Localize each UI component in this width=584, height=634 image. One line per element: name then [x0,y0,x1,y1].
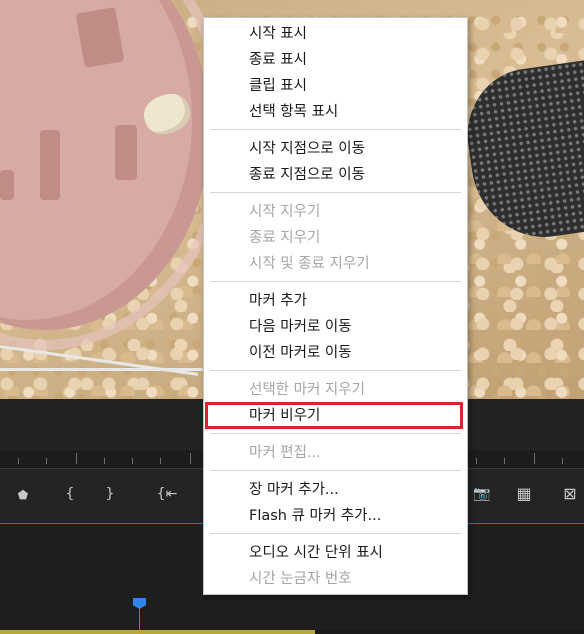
menu-item-go-to-out[interactable]: 종료 지점으로 이동 [249,162,365,188]
menu-separator [210,192,461,193]
menu-item-add-marker[interactable]: 마커 추가 [249,288,307,314]
menu-item-previous-marker[interactable]: 이전 마커로 이동 [249,340,352,366]
menu-separator [210,470,461,471]
menu-item-add-chapter-marker[interactable]: 장 마커 추가... [249,477,339,503]
menu-item-next-marker[interactable]: 다음 마커로 이동 [249,314,352,340]
menu-separator [210,533,461,534]
ruler-tick [104,458,105,464]
insert-icon[interactable]: ▦ [513,485,535,503]
menu-item-show-audio-time-units[interactable]: 오디오 시간 단위 표시 [249,540,383,566]
menu-item-clear-in-out: 시작 및 종료 지우기 [249,256,370,272]
ruler-tick [46,458,47,464]
menu-item-mark-in[interactable]: 시작 표시 [249,21,307,47]
ruler-tick [190,453,191,464]
menu-item-mark-out[interactable]: 종료 표시 [249,47,307,73]
menu-item-add-flash-cue-marker[interactable]: Flash 큐 마커 추가... [249,503,381,529]
add-marker-icon[interactable]: ⬟ [12,486,34,504]
menu-item-clear-selected-marker: 선택한 마커 지우기 [249,382,365,398]
menu-separator [210,281,461,282]
wheel-slot [0,170,14,200]
menu-item-go-to-in[interactable]: 시작 지점으로 이동 [249,136,365,162]
context-menu: 시작 표시 종료 표시 클립 표시 선택 항목 표시 시작 지점으로 이동 종료… [203,17,468,595]
ruler-tick [18,458,19,464]
menu-item-time-ruler-numbers: 시간 눈금자 번호 [249,571,352,587]
compare-view-icon[interactable]: ⊠ [559,485,581,503]
ruler-tick [562,458,563,464]
menu-item-mark-clip[interactable]: 클립 표시 [249,73,307,99]
wheel-slot [40,130,60,200]
menu-item-edit-marker: 마커 편집... [249,445,321,461]
mark-in-icon[interactable]: { [59,485,81,503]
menu-separator [210,129,461,130]
ruler-tick [534,453,535,464]
menu-item-mark-selection[interactable]: 선택 항목 표시 [249,99,338,125]
menu-item-clear-out: 종료 지우기 [249,230,321,246]
ruler-tick [160,458,161,464]
mark-out-icon[interactable]: } [99,485,121,503]
wheel-slot [115,125,137,180]
menu-separator [210,433,461,434]
menu-item-clear-markers[interactable]: 마커 비우기 [249,403,320,429]
menu-item-clear-in: 시작 지우기 [249,204,321,220]
menu-separator [210,370,461,371]
ruler-tick [76,453,77,464]
go-to-in-icon[interactable]: {⇤ [152,485,182,503]
ruler-tick [476,458,477,464]
export-frame-icon[interactable]: 📷 [471,485,493,503]
wire [0,368,210,371]
ruler-tick [132,458,133,464]
work-area-bar[interactable] [0,630,315,634]
ruler-tick [504,458,505,464]
